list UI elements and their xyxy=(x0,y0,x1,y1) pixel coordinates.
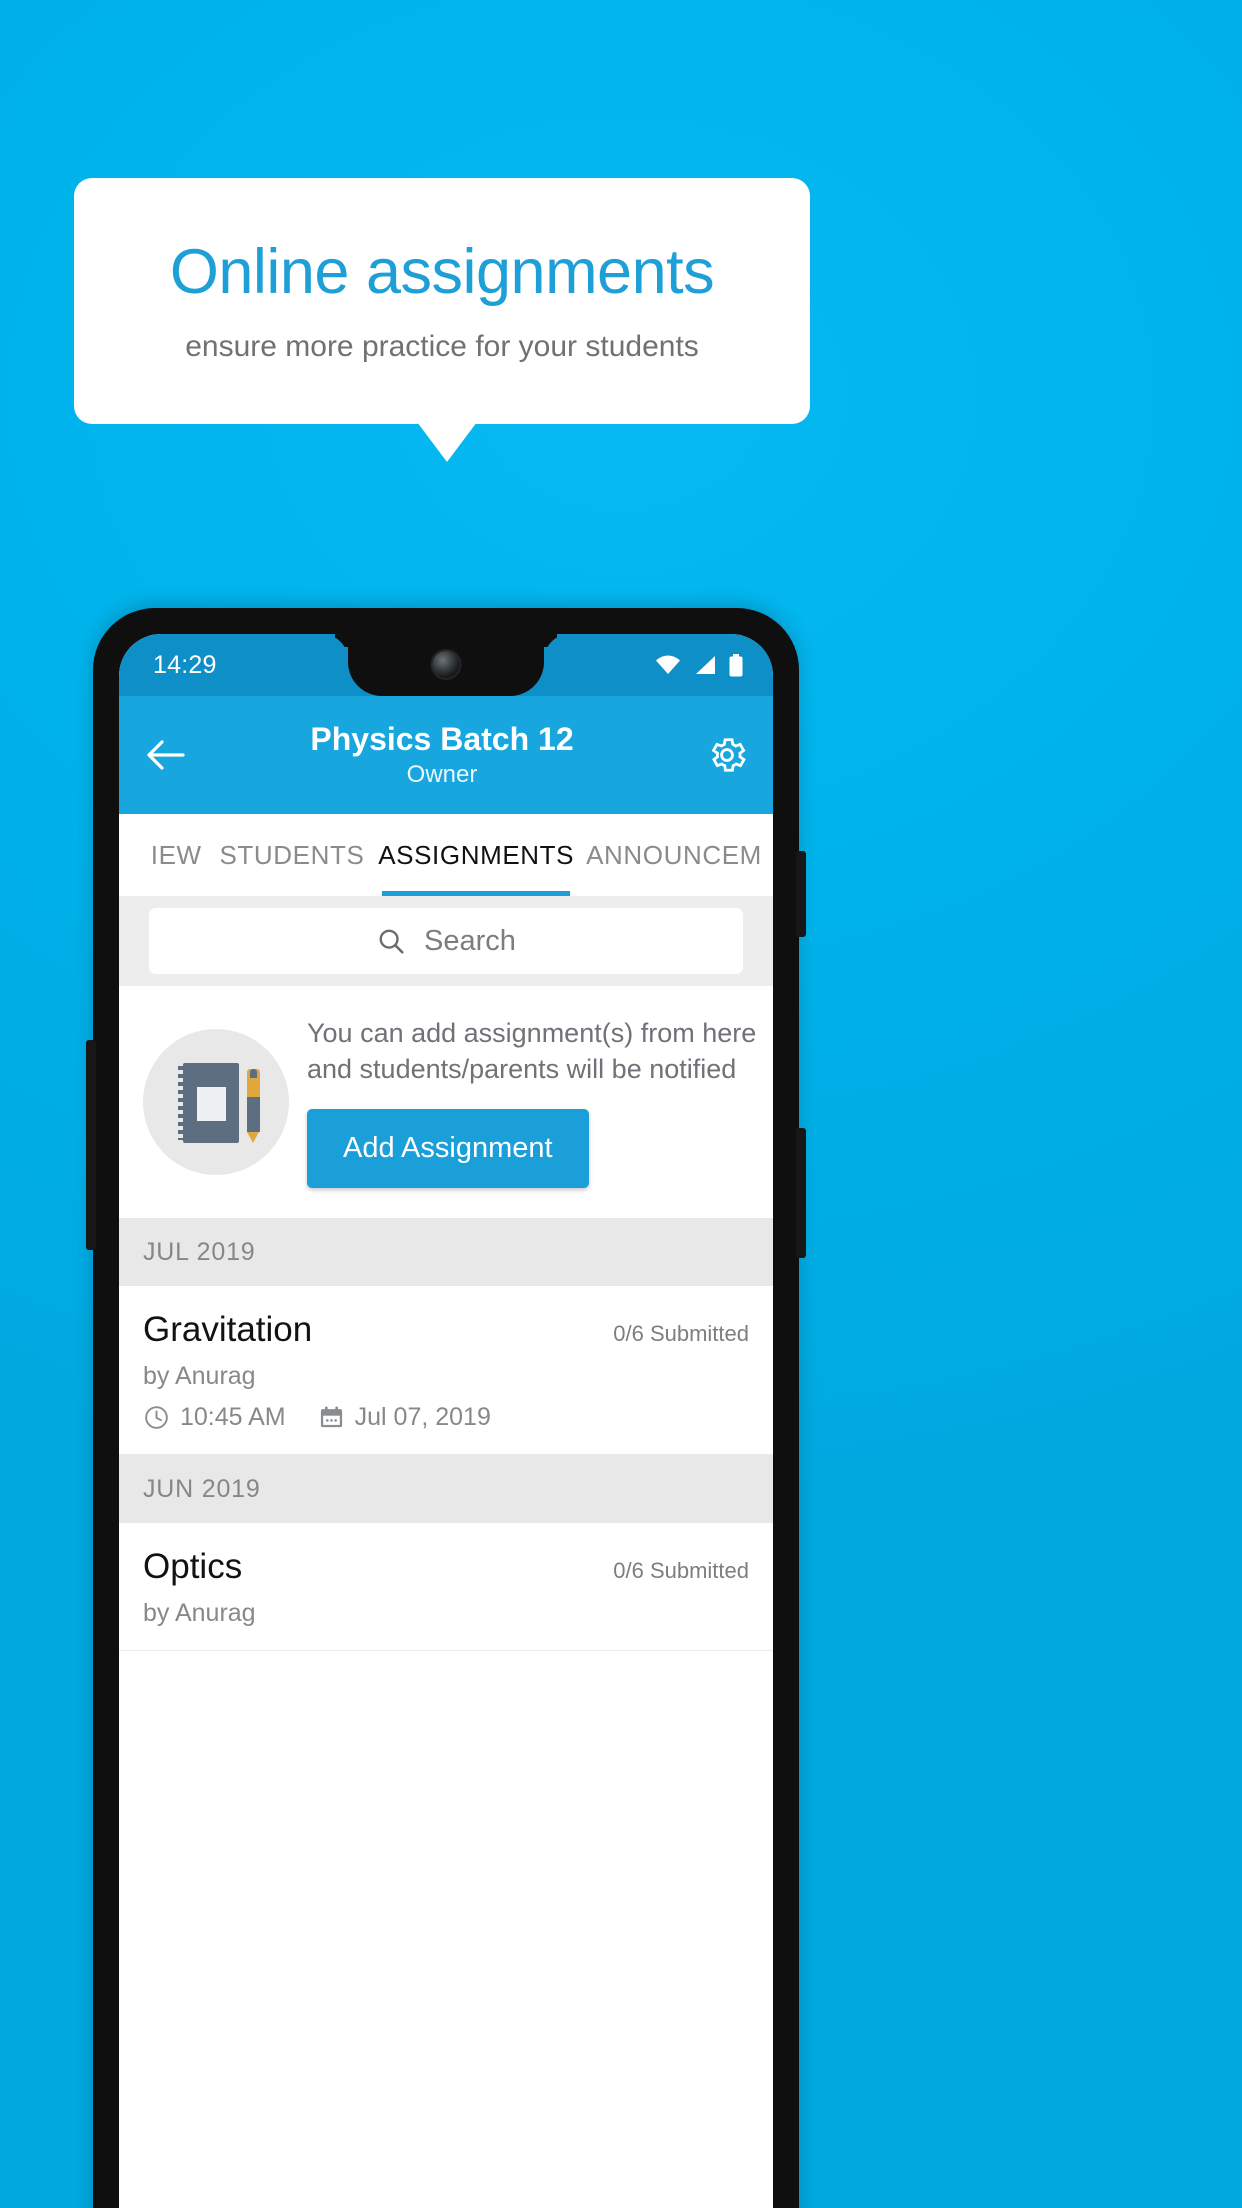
phone-side-button xyxy=(796,1128,806,1258)
notebook-icon xyxy=(178,1063,239,1143)
clock-icon xyxy=(143,1404,170,1431)
add-assignment-button[interactable]: Add Assignment xyxy=(307,1109,589,1189)
gear-icon xyxy=(706,734,748,776)
assignment-title: Gravitation xyxy=(143,1310,313,1349)
month-header: JUL 2019 xyxy=(119,1218,773,1286)
phone-power-button xyxy=(796,851,806,937)
phone-screen: 14:29 Physics Batch 12 Owner IEW STUDENT… xyxy=(119,634,773,2208)
phone-volume-button xyxy=(86,1040,96,1250)
promo-stage: Online assignments ensure more practice … xyxy=(0,0,1242,2208)
assignment-list[interactable]: JUL 2019 Gravitation 0/6 Submitted by An… xyxy=(119,1218,773,2208)
page-title: Physics Batch 12 xyxy=(310,720,574,757)
back-button[interactable] xyxy=(119,739,211,771)
tab-bar: IEW STUDENTS ASSIGNMENTS ANNOUNCEM xyxy=(119,814,773,896)
tab-announcements[interactable]: ANNOUNCEM xyxy=(574,814,773,896)
pen-body xyxy=(247,1097,260,1132)
search-bar-container: Search xyxy=(119,896,773,986)
tab-students[interactable]: STUDENTS xyxy=(206,814,379,896)
empty-state-content: You can add assignment(s) from here and … xyxy=(307,1016,763,1189)
promo-callout-card: Online assignments ensure more practice … xyxy=(74,178,810,424)
assignment-author: by Anurag xyxy=(143,1362,256,1390)
assignment-row-top: Optics 0/6 Submitted xyxy=(143,1547,749,1587)
assignment-submitted-count: 0/6 Submitted xyxy=(613,1558,749,1583)
assignment-meta: 10:45 AM Jul 07, 2019 xyxy=(143,1403,749,1432)
promo-title: Online assignments xyxy=(169,237,715,308)
phone-mockup: 14:29 Physics Batch 12 Owner IEW STUDENT… xyxy=(86,608,806,2208)
settings-button[interactable] xyxy=(681,734,773,776)
status-time: 14:29 xyxy=(153,650,217,679)
search-icon xyxy=(376,926,406,956)
wifi-icon xyxy=(655,655,681,675)
search-input[interactable]: Search xyxy=(149,908,743,974)
assignment-title: Optics xyxy=(143,1547,243,1586)
assignment-row[interactable]: Optics 0/6 Submitted by Anurag xyxy=(119,1523,773,1651)
phone-notch xyxy=(348,634,544,696)
app-bar: Physics Batch 12 Owner xyxy=(119,696,773,814)
app-bar-titles: Physics Batch 12 Owner xyxy=(203,721,681,790)
notebook-rings xyxy=(178,1066,188,1140)
promo-subtitle: ensure more practice for your students xyxy=(185,329,699,363)
notebook-label xyxy=(197,1087,226,1121)
assignment-date: Jul 07, 2019 xyxy=(354,1403,491,1431)
arrow-left-icon xyxy=(145,739,185,771)
status-icons xyxy=(655,653,751,677)
callout-tail xyxy=(417,422,477,462)
front-camera-icon xyxy=(432,651,460,678)
battery-icon xyxy=(729,653,743,677)
tab-assignments[interactable]: ASSIGNMENTS xyxy=(378,814,574,896)
tab-overview[interactable]: IEW xyxy=(119,814,206,896)
assignment-author: by Anurag xyxy=(143,1599,256,1627)
search-placeholder: Search xyxy=(424,924,516,957)
pen-clip xyxy=(250,1069,257,1078)
notebook-pen-icon xyxy=(143,1029,289,1175)
signal-icon xyxy=(694,655,716,675)
calendar-icon xyxy=(318,1404,345,1431)
assignment-row[interactable]: Gravitation 0/6 Submitted by Anurag 10:4… xyxy=(119,1286,773,1455)
assignment-row-top: Gravitation 0/6 Submitted xyxy=(143,1310,749,1350)
empty-state: You can add assignment(s) from here and … xyxy=(119,986,773,1218)
page-subtitle: Owner xyxy=(406,761,478,789)
pen-cap xyxy=(247,1069,260,1097)
pen-icon xyxy=(247,1069,260,1143)
assignment-time: 10:45 AM xyxy=(180,1403,286,1431)
assignment-submitted-count: 0/6 Submitted xyxy=(613,1321,749,1346)
pen-nib xyxy=(247,1132,259,1143)
empty-state-text: You can add assignment(s) from here and … xyxy=(307,1017,757,1084)
month-header: JUN 2019 xyxy=(119,1455,773,1523)
